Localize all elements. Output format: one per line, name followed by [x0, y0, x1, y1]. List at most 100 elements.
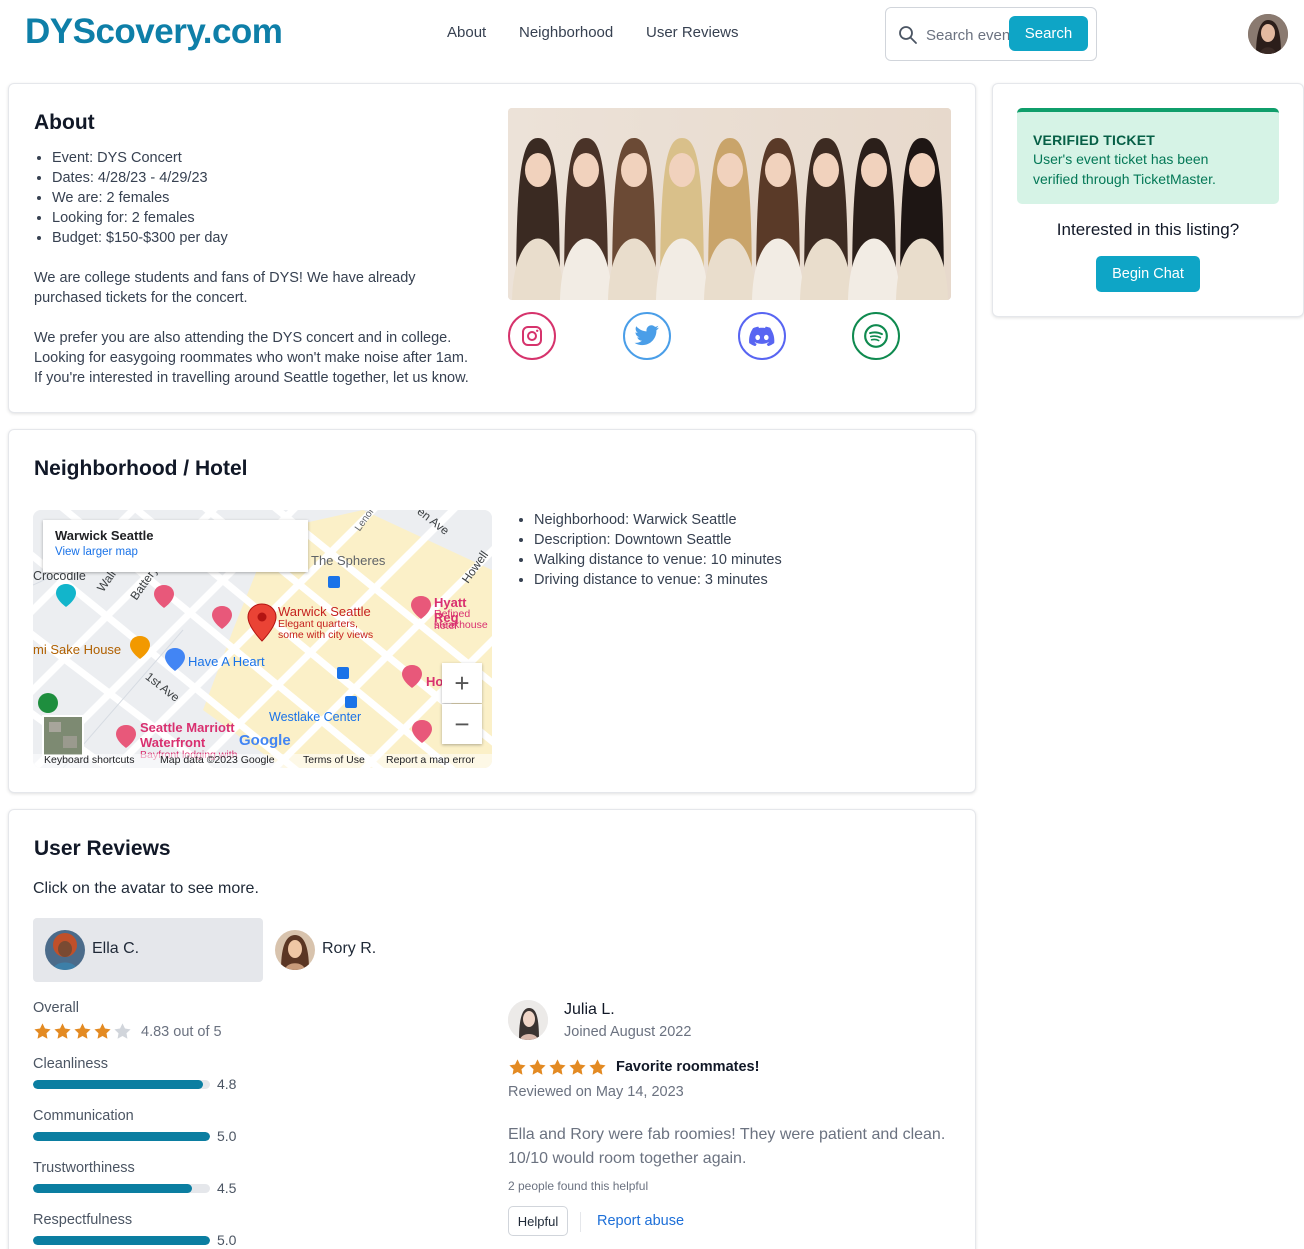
photo-figure-face [525, 153, 551, 187]
neighborhood-title: Neighborhood / Hotel [34, 457, 248, 480]
reviewer-name: Rory R. [322, 940, 377, 957]
reviews-subtitle: Click on the avatar to see more. [33, 880, 259, 897]
list-item: Walking distance to venue: 10 minutes [534, 550, 782, 570]
review-date: Reviewed on May 14, 2023 [508, 1084, 684, 1100]
verified-description: User's event ticket has been verified th… [1033, 149, 1263, 189]
overall-label: Overall [33, 1000, 79, 1016]
reviewer-tab-rory[interactable]: Rory R. [263, 918, 463, 982]
interested-question: Interested in this listing? [1056, 220, 1240, 239]
star-filled-icon [509, 1059, 526, 1075]
verified-title: VERIFIED TICKET [1033, 132, 1156, 148]
discord-button[interactable] [738, 312, 786, 360]
metric-bar [33, 1080, 210, 1089]
verified-line: User's event ticket has been [1033, 151, 1209, 167]
star-filled-icon [74, 1023, 91, 1039]
report-map-error-link[interactable]: Report a map error [386, 754, 475, 766]
review-body-line: 10/10 would room together again. [508, 1150, 747, 1167]
metric-bar-fill [33, 1132, 210, 1141]
metric-label: Trustworthiness [33, 1160, 135, 1176]
neighborhood-card: Neighborhood / Hotel The Spheres Crocodi… [8, 429, 976, 793]
overall-score: 4.83 out of 5 [141, 1024, 222, 1040]
metric-value: 4.5 [217, 1180, 237, 1196]
zoom-out-button[interactable]: − [442, 704, 482, 744]
verified-ticket-badge: VERIFIED TICKET User's event ticket has … [1017, 108, 1279, 204]
photo-figure-face [861, 153, 887, 187]
review-body-line: Ella and Rory were fab roomies! They wer… [508, 1126, 946, 1143]
instagram-icon [522, 326, 542, 346]
metric-bar [33, 1132, 210, 1141]
paragraph-line: We prefer you are also attending the DYS… [34, 330, 452, 346]
event-photo [508, 108, 951, 300]
site-logo[interactable]: DYScovery.com [25, 12, 283, 52]
list-item: We are: 2 females [52, 188, 228, 208]
map-label: steakhouse [434, 619, 488, 631]
metric-bar-fill [33, 1184, 193, 1193]
reviews-card: User Reviews Click on the avatar to see … [8, 809, 976, 1249]
list-item: Dates: 4/28/23 - 4/29/23 [52, 168, 228, 188]
metric-bar-fill [33, 1236, 210, 1245]
view-larger-map-link[interactable]: View larger map [55, 546, 296, 558]
site-header: DYScovery.com About Neighborhood User Re… [0, 0, 1304, 70]
photo-figure-face [669, 153, 695, 187]
star-filled-icon [589, 1059, 606, 1075]
metric-label: Communication [33, 1108, 134, 1124]
map-label: Ho [426, 674, 444, 689]
about-card: About Event: DYS Concert Dates: 4/28/23 … [8, 83, 976, 413]
map-data-attribution: Map data ©2023 Google [160, 754, 275, 766]
review-author-joined: Joined August 2022 [564, 1024, 692, 1040]
reviewer-tab-ella[interactable]: Ella C. [33, 918, 263, 982]
map-label: some with city views [278, 629, 374, 641]
terms-of-use-link[interactable]: Terms of Use [303, 754, 365, 766]
star-filled-icon [54, 1023, 71, 1039]
listing-panel: VERIFIED TICKET User's event ticket has … [992, 83, 1304, 317]
keyboard-shortcuts-link[interactable]: Keyboard shortcuts [44, 754, 134, 766]
spotify-button[interactable] [852, 312, 900, 360]
metric-value: 5.0 [217, 1232, 237, 1248]
map-label: The Spheres [311, 553, 386, 568]
map-label: Seattle Marriott [140, 720, 235, 735]
user-avatar[interactable] [1248, 14, 1288, 54]
map-label: Have A Heart [188, 654, 265, 669]
nav-user-reviews[interactable]: User Reviews [646, 24, 739, 41]
photo-figure-face [765, 153, 791, 187]
about-paragraph-2: We prefer you are also attending the DYS… [34, 328, 494, 388]
spotify-icon [864, 324, 888, 348]
search-button[interactable]: Search [1009, 16, 1088, 51]
verified-line: verified through TicketMaster. [1033, 171, 1216, 187]
list-item: Event: DYS Concert [52, 148, 228, 168]
star-filled-icon [569, 1059, 586, 1075]
zoom-in-button[interactable]: + [442, 663, 482, 703]
about-title: About [34, 111, 95, 134]
map-footer: Keyboard shortcuts Map data ©2023 Google… [33, 754, 492, 768]
instagram-button[interactable] [508, 312, 556, 360]
map-embed[interactable]: The Spheres Crocodile Warwick Seattle El… [33, 510, 492, 768]
metric-label: Cleanliness [33, 1056, 108, 1072]
list-item: Driving distance to venue: 3 minutes [534, 570, 782, 590]
photo-figure-face [909, 153, 935, 187]
nav-about[interactable]: About [447, 24, 486, 41]
search-input[interactable] [926, 24, 1012, 46]
photo-figure-face [621, 153, 647, 187]
helpful-button[interactable]: Helpful [508, 1206, 568, 1236]
metric-bar [33, 1236, 210, 1245]
photo-figure-face [573, 153, 599, 187]
map-place-name: Warwick Seattle [55, 528, 154, 543]
report-abuse-link[interactable]: Report abuse [597, 1213, 684, 1229]
twitter-icon [634, 325, 659, 346]
metric-bar [33, 1184, 210, 1193]
begin-chat-button[interactable]: Begin Chat [1096, 256, 1200, 292]
star-filled-icon [529, 1059, 546, 1075]
helpful-count: 2 people found this helpful [508, 1179, 649, 1193]
list-item: Description: Downtown Seattle [534, 530, 782, 550]
avatar[interactable] [508, 1000, 548, 1040]
metric-label: Respectfulness [33, 1212, 133, 1228]
discord-icon [749, 326, 775, 346]
map-label: Warwick Seattle [278, 604, 371, 619]
photo-figure-face [813, 153, 839, 187]
star-filled-icon [549, 1059, 566, 1075]
list-item: Neighborhood: Warwick Seattle [534, 510, 782, 530]
twitter-button[interactable] [623, 312, 671, 360]
google-logo: Google [239, 732, 291, 749]
star-filled-icon [94, 1023, 111, 1039]
nav-neighborhood[interactable]: Neighborhood [519, 24, 613, 41]
